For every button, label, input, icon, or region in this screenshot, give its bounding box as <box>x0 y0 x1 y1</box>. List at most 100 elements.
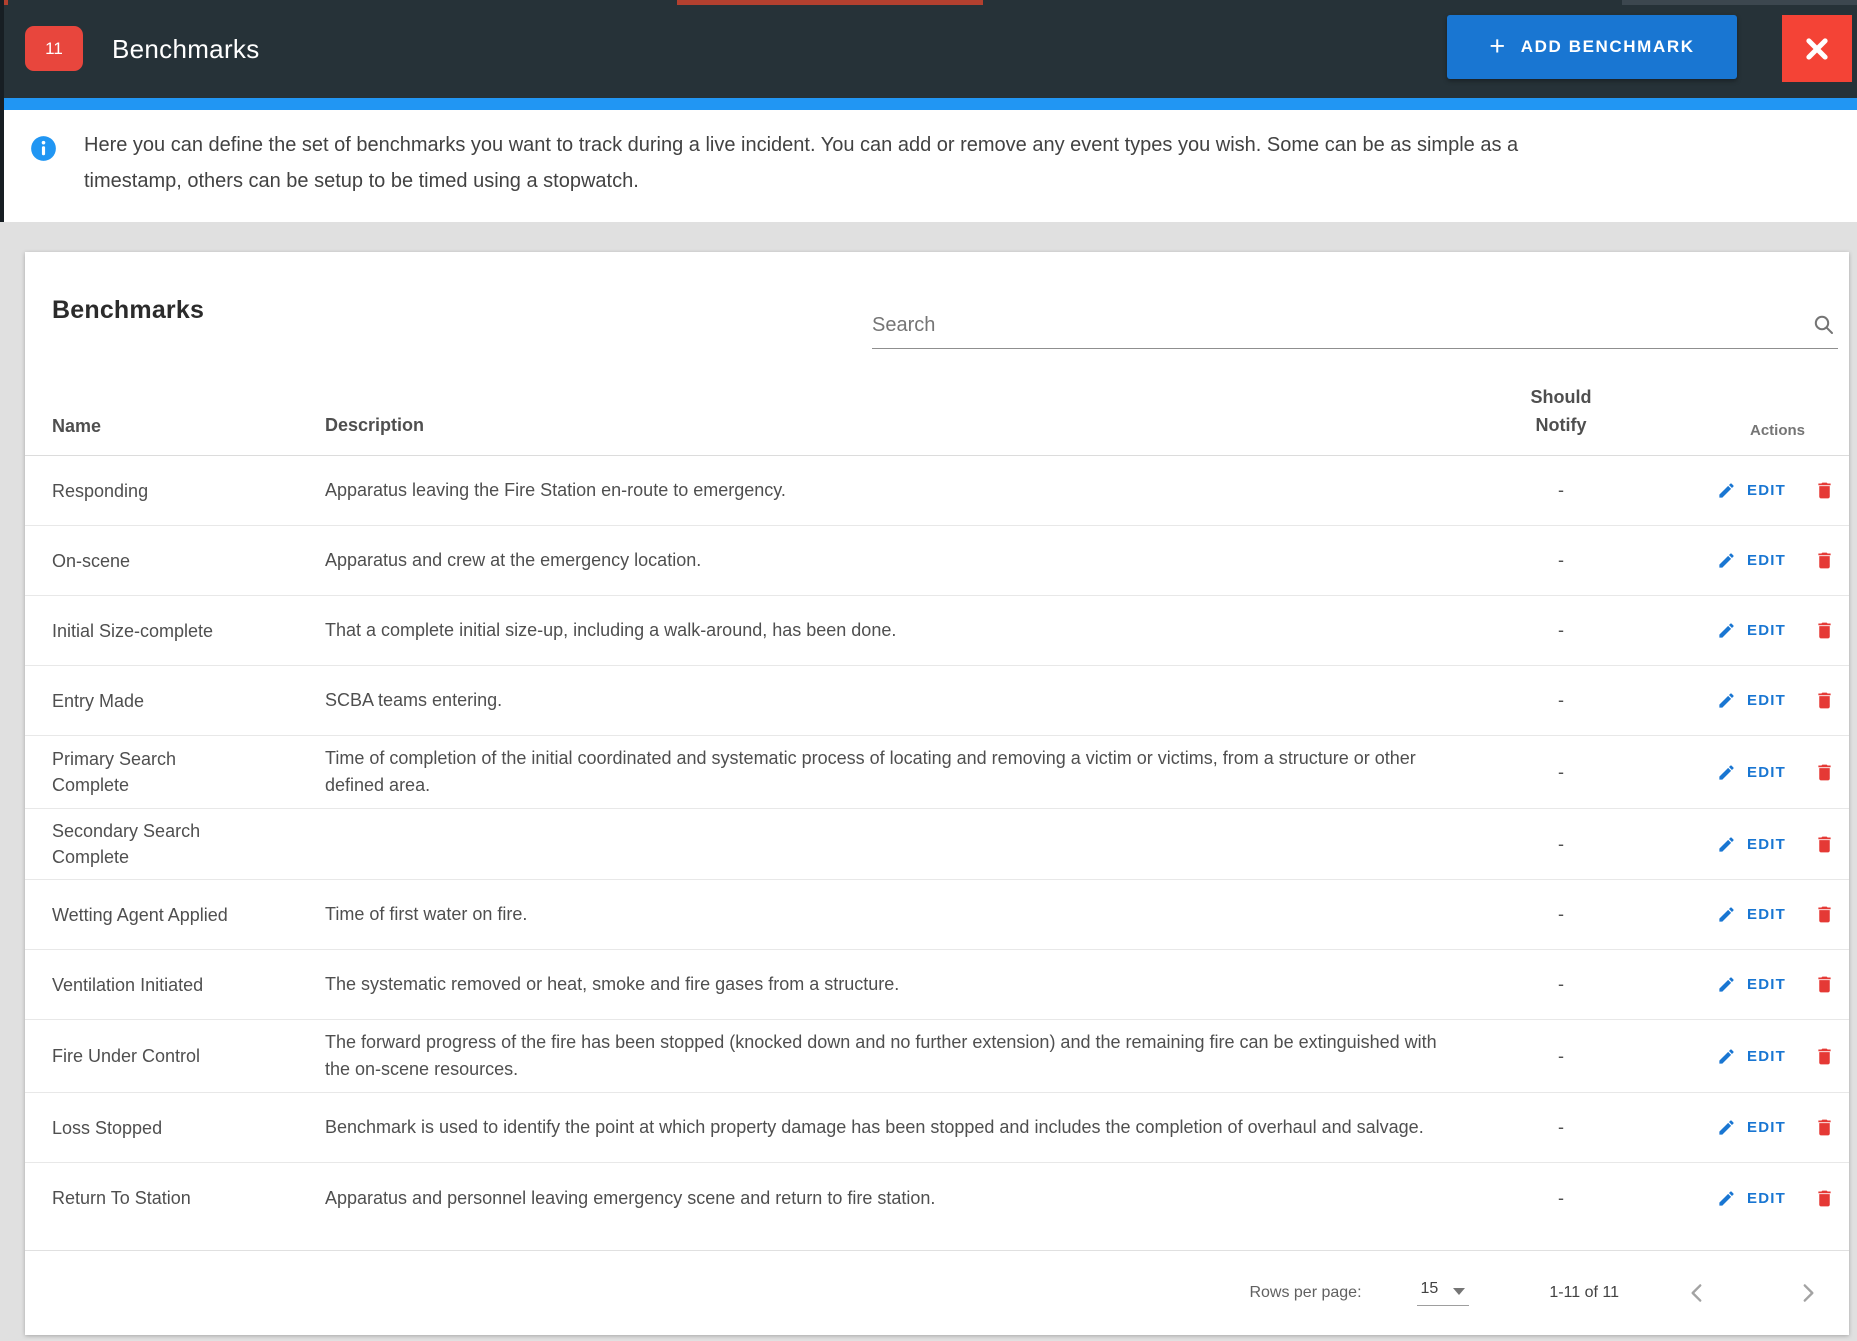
should-notify-value: - <box>1481 620 1641 641</box>
trash-icon <box>1814 550 1835 571</box>
edit-label: EDIT <box>1747 622 1786 639</box>
edit-button[interactable]: EDIT <box>1717 1047 1786 1066</box>
search-input[interactable] <box>872 307 1792 343</box>
benchmark-name: Entry Made <box>52 688 247 714</box>
edit-button[interactable]: EDIT <box>1717 763 1786 782</box>
delete-button[interactable] <box>1814 690 1835 711</box>
table-row: Entry Made SCBA teams entering. - EDIT <box>25 666 1849 736</box>
benchmark-count-badge: 11 <box>25 26 83 71</box>
banner-line-2: timestamp, others can be setup to be tim… <box>84 163 1518 199</box>
pencil-icon <box>1717 975 1736 994</box>
delete-button[interactable] <box>1814 550 1835 571</box>
edit-label: EDIT <box>1747 692 1786 709</box>
modal-header: 11 Benchmarks + ADD BENCHMARK <box>0 0 1857 98</box>
trash-icon <box>1814 1188 1835 1209</box>
column-header-description: Description <box>325 412 1481 439</box>
pencil-icon <box>1717 621 1736 640</box>
column-header-actions: Actions <box>1641 422 1835 439</box>
edit-button[interactable]: EDIT <box>1717 835 1786 854</box>
edit-label: EDIT <box>1747 482 1786 499</box>
modal-title: Benchmarks <box>112 0 260 98</box>
delete-button[interactable] <box>1814 904 1835 925</box>
delete-button[interactable] <box>1814 1117 1835 1138</box>
delete-button[interactable] <box>1814 762 1835 783</box>
benchmark-description: Benchmark is used to identify the point … <box>325 1114 1481 1141</box>
add-benchmark-label: ADD BENCHMARK <box>1521 37 1695 57</box>
should-notify-line2: Notify <box>1481 411 1641 439</box>
table-row: Wetting Agent Applied Time of first wate… <box>25 880 1849 950</box>
add-benchmark-button[interactable]: + ADD BENCHMARK <box>1447 15 1737 79</box>
edit-label: EDIT <box>1747 906 1786 923</box>
chevron-right-icon <box>1795 1280 1821 1306</box>
edit-button[interactable]: EDIT <box>1717 905 1786 924</box>
should-notify-value: - <box>1481 480 1641 501</box>
row-actions: EDIT <box>1641 1188 1835 1209</box>
benchmark-name: Loss Stopped <box>52 1115 247 1141</box>
modal-left-shadow <box>0 0 4 222</box>
should-notify-value: - <box>1481 1046 1641 1067</box>
rows-per-page-value: 15 <box>1421 1280 1439 1298</box>
trash-icon <box>1814 762 1835 783</box>
row-actions: EDIT <box>1641 690 1835 711</box>
banner-line-1: Here you can define the set of benchmark… <box>84 127 1518 163</box>
row-actions: EDIT <box>1641 550 1835 571</box>
table-row: Secondary Search Complete - EDIT <box>25 809 1849 880</box>
search-icon[interactable] <box>1812 313 1836 337</box>
benchmark-description: Apparatus leaving the Fire Station en-ro… <box>325 477 1481 504</box>
edit-button[interactable]: EDIT <box>1717 621 1786 640</box>
previous-page-button[interactable] <box>1684 1280 1710 1306</box>
card-title: Benchmarks <box>52 296 204 325</box>
row-actions: EDIT <box>1641 904 1835 925</box>
edit-label: EDIT <box>1747 1190 1786 1207</box>
table-body: Responding Apparatus leaving the Fire St… <box>25 456 1849 1233</box>
next-page-button[interactable] <box>1795 1280 1821 1306</box>
row-actions: EDIT <box>1641 1046 1835 1067</box>
close-icon <box>1802 34 1832 64</box>
should-notify-value: - <box>1481 690 1641 711</box>
background-red-segment <box>677 0 983 5</box>
pagination-footer: Rows per page: 15 1-11 of 11 <box>25 1250 1849 1335</box>
close-modal-button[interactable] <box>1782 15 1852 82</box>
edit-button[interactable]: EDIT <box>1717 1189 1786 1208</box>
benchmark-name: Primary Search Complete <box>52 746 247 798</box>
table-row: Primary Search Complete Time of completi… <box>25 736 1849 809</box>
table-row: Ventilation Initiated The systematic rem… <box>25 950 1849 1020</box>
background-page-edge <box>0 0 1857 5</box>
delete-button[interactable] <box>1814 834 1835 855</box>
background-gray-segment <box>1622 0 1857 5</box>
edit-button[interactable]: EDIT <box>1717 481 1786 500</box>
info-banner: Here you can define the set of benchmark… <box>0 110 1857 222</box>
trash-icon <box>1814 1046 1835 1067</box>
trash-icon <box>1814 1117 1835 1138</box>
should-notify-value: - <box>1481 834 1641 855</box>
edit-button[interactable]: EDIT <box>1717 975 1786 994</box>
row-actions: EDIT <box>1641 762 1835 783</box>
benchmark-description: Time of first water on fire. <box>325 901 1481 928</box>
delete-button[interactable] <box>1814 1046 1835 1067</box>
pagination-range: 1-11 of 11 <box>1549 1284 1619 1302</box>
edit-button[interactable]: EDIT <box>1717 691 1786 710</box>
row-actions: EDIT <box>1641 974 1835 995</box>
should-notify-line1: Should <box>1481 383 1641 411</box>
benchmark-name: Initial Size-complete <box>52 618 247 644</box>
delete-button[interactable] <box>1814 974 1835 995</box>
benchmark-description: That a complete initial size-up, includi… <box>325 617 1481 644</box>
pencil-icon <box>1717 481 1736 500</box>
table-row: Initial Size-complete That a complete in… <box>25 596 1849 666</box>
benchmark-name: On-scene <box>52 548 247 574</box>
trash-icon <box>1814 690 1835 711</box>
edit-button[interactable]: EDIT <box>1717 551 1786 570</box>
table-row: Loss Stopped Benchmark is used to identi… <box>25 1093 1849 1163</box>
search-field <box>872 307 1838 349</box>
table-row: Responding Apparatus leaving the Fire St… <box>25 456 1849 526</box>
delete-button[interactable] <box>1814 620 1835 641</box>
should-notify-value: - <box>1481 762 1641 783</box>
rows-per-page-select[interactable]: 15 <box>1417 1280 1470 1306</box>
delete-button[interactable] <box>1814 1188 1835 1209</box>
edit-button[interactable]: EDIT <box>1717 1118 1786 1137</box>
edit-label: EDIT <box>1747 1048 1786 1065</box>
benchmark-description: Time of completion of the initial coordi… <box>325 745 1481 799</box>
delete-button[interactable] <box>1814 480 1835 501</box>
pencil-icon <box>1717 1189 1736 1208</box>
trash-icon <box>1814 904 1835 925</box>
